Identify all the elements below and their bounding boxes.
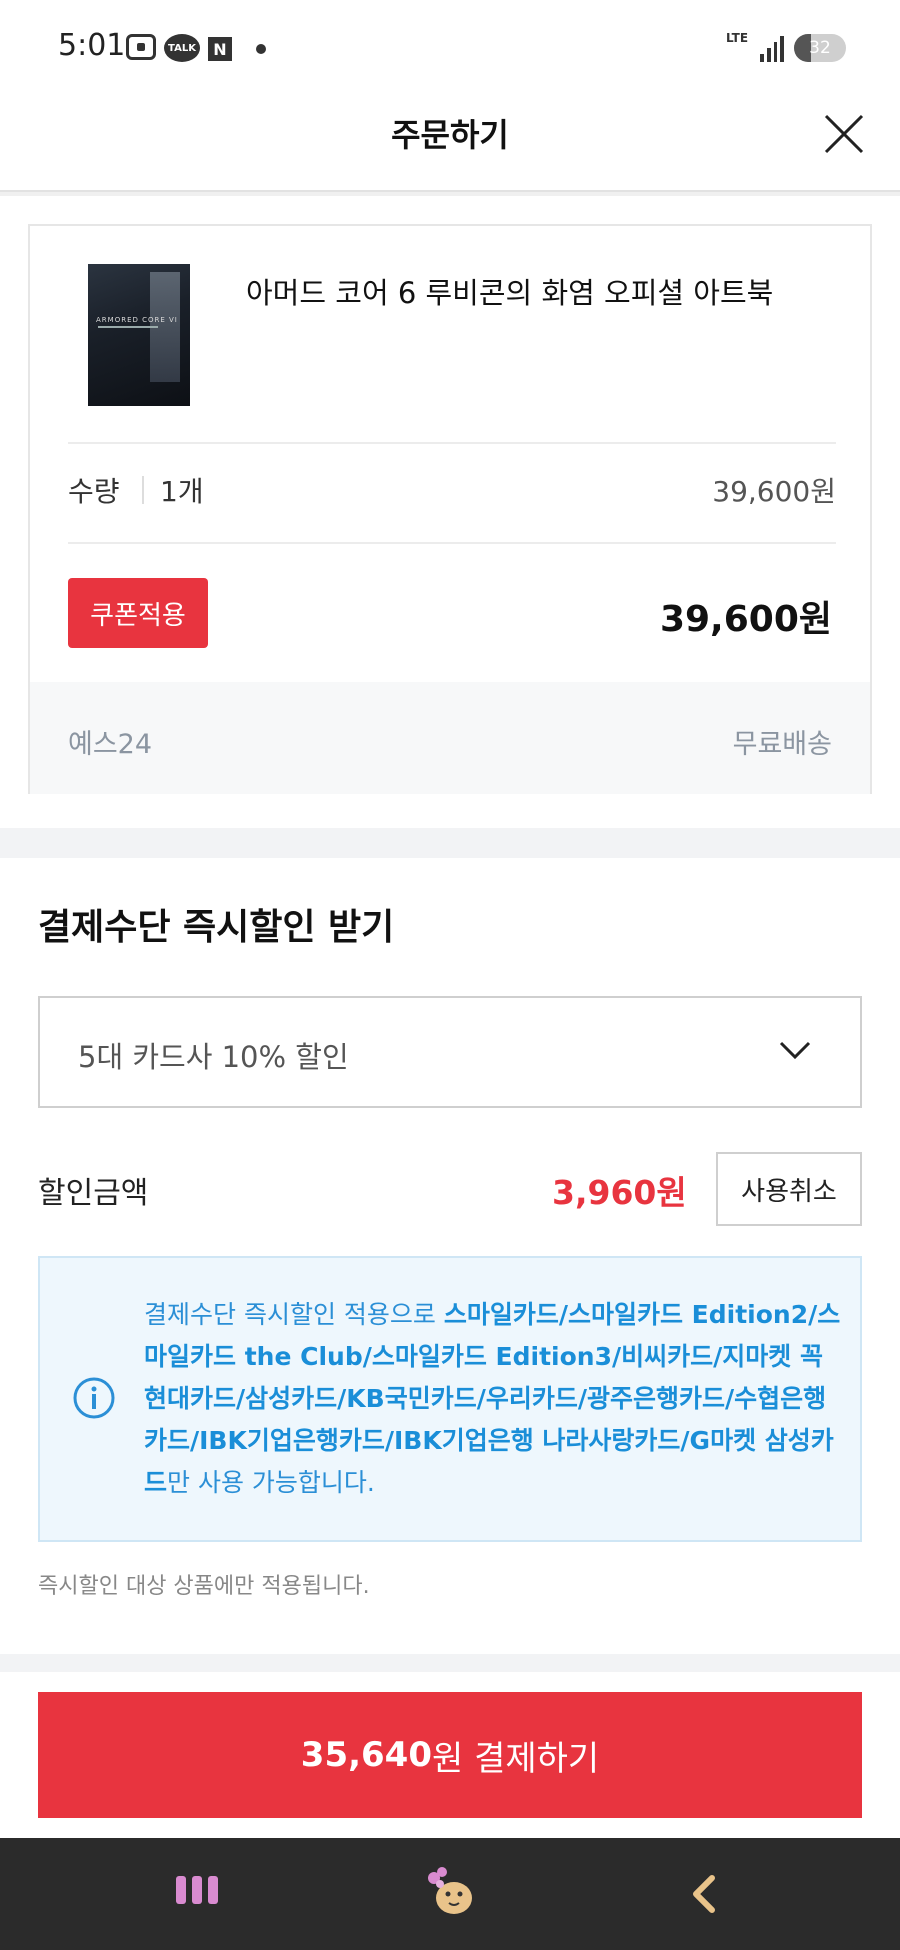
quantity-row: 수량 1개 39,600원 (68, 470, 836, 520)
quantity-separator (142, 476, 144, 504)
cancel-discount-button[interactable]: 사용취소 (716, 1152, 862, 1226)
system-nav-bar (0, 1838, 900, 1950)
cover-logo: ARMORED CORE VI (96, 316, 178, 324)
seller-name: 예스24 (68, 729, 153, 760)
discount-note: 즉시할인 대상 상품에만 적용됩니다. (38, 1574, 370, 1599)
header-divider (0, 192, 900, 196)
recent-apps-icon (208, 1876, 218, 1904)
home-character-icon (428, 1867, 472, 1914)
checkout-amount: 35,640 (300, 1735, 432, 1775)
book-cover-image[interactable]: ARMORED CORE VI (88, 264, 190, 406)
checkout-label: 원 결제하기 (431, 1738, 600, 1779)
cover-line (98, 326, 158, 328)
payment-discount-title: 결제수단 즉시할인 받기 (38, 907, 395, 948)
section-divider (0, 1654, 900, 1672)
signal-icon (760, 36, 784, 62)
battery-label: 32 (809, 38, 831, 58)
shipping-info: 무료배송 (732, 729, 832, 760)
product-name[interactable]: 아머드 코어 6 루비콘의 화염 오피셜 아트북 (246, 270, 773, 312)
quantity-value: 1개 (160, 475, 204, 508)
page-title: 주문하기 (391, 116, 509, 154)
unit-price: 39,600원 (712, 475, 836, 508)
card-discount-select[interactable]: 5대 카드사 10% 할인 (38, 996, 862, 1108)
checkout-button[interactable]: 35,640 원 결제하기 (38, 1692, 862, 1818)
recent-apps-button[interactable] (176, 1876, 222, 1912)
kakaotalk-icon: TALK (164, 34, 200, 62)
info-prefix: 결제수단 즉시할인 적용으로 (144, 1300, 444, 1329)
notification-dot-icon (256, 44, 266, 54)
divider (68, 542, 836, 544)
back-icon (693, 1875, 715, 1913)
recent-apps-icon (192, 1876, 202, 1904)
product-card: ARMORED CORE VI 아머드 코어 6 루비콘의 화염 오피셜 아트북… (28, 224, 872, 794)
discount-info-box: 결제수단 즉시할인 적용으로 스마일카드/스마일카드 Edition2/스마일카… (38, 1256, 862, 1542)
seller-bar: 예스24 무료배송 (30, 682, 870, 794)
discount-info-text: 결제수단 즉시할인 적용으로 스마일카드/스마일카드 Edition2/스마일카… (144, 1294, 844, 1504)
screenshot-icon (126, 34, 156, 60)
close-button[interactable] (822, 112, 866, 156)
apply-coupon-button[interactable]: 쿠폰적용 (68, 578, 208, 648)
close-icon (824, 114, 864, 154)
recent-apps-icon (176, 1876, 186, 1904)
quantity-label: 수량 (68, 475, 120, 508)
home-button[interactable] (420, 1862, 480, 1922)
card-discount-selected-value: 5대 카드사 10% 할인 (78, 1040, 349, 1074)
info-icon (73, 1377, 115, 1419)
discount-amount-label: 할인금액 (38, 1176, 149, 1211)
naver-icon: N (208, 37, 232, 61)
status-bar: 5:01 TALK N LTE 32 (0, 0, 900, 96)
page-header: 주문하기 (0, 96, 900, 192)
chevron-down-icon (779, 1041, 811, 1060)
section-divider (0, 828, 900, 858)
item-total-price: 39,600원 (659, 599, 832, 640)
discount-amount: 3,960원 (552, 1173, 687, 1212)
divider (68, 442, 836, 444)
status-time: 5:01 (58, 28, 126, 63)
lte-icon: LTE (726, 31, 749, 45)
battery-icon: 32 (794, 34, 846, 62)
back-button[interactable] (686, 1872, 720, 1916)
info-suffix: 만 사용 가능합니다. (167, 1468, 375, 1497)
